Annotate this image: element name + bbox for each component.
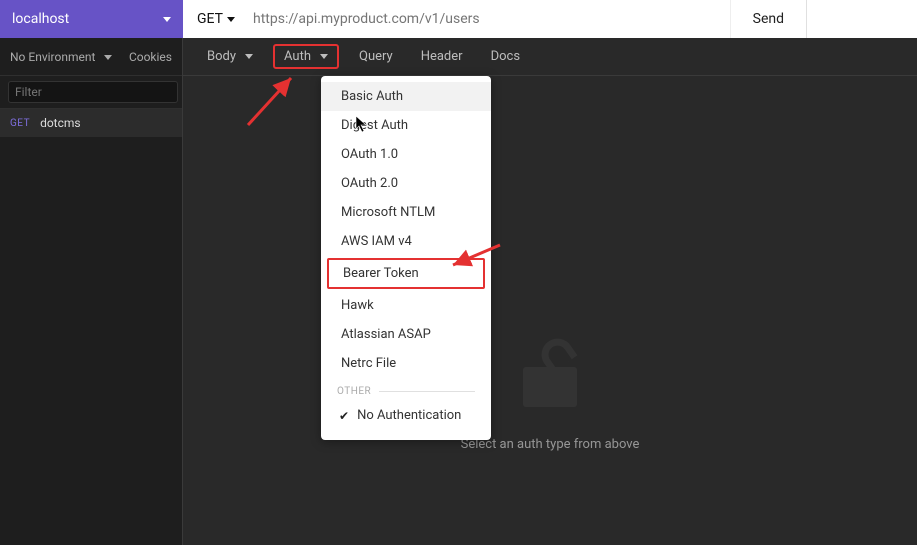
auth-option-aws[interactable]: AWS IAM v4 [321,227,491,256]
auth-option-label: No Authentication [357,408,461,423]
cookies-button[interactable]: Cookies [129,50,172,64]
request-tabs: Body Auth Query Header Docs [183,38,917,76]
send-button[interactable]: Send [730,0,806,38]
auth-menu-divider: OTHER [321,378,491,401]
auth-option-digest[interactable]: Digest Auth [321,111,491,140]
auth-option-label: Basic Auth [341,89,403,104]
unlock-icon [523,339,577,407]
auth-option-ntlm[interactable]: Microsoft NTLM [321,198,491,227]
auth-option-label: Bearer Token [343,266,419,281]
auth-option-label: Digest Auth [341,118,408,133]
tab-auth-label: Auth [284,49,311,64]
tab-docs[interactable]: Docs [483,45,528,68]
filter-input[interactable] [8,81,178,103]
http-method-select[interactable]: GET [183,0,249,38]
main-area: Body Auth Query Header Docs Select an au… [183,38,917,545]
request-name: dotcms [40,116,81,130]
auth-type-menu: Basic Auth Digest Auth OAuth 1.0 OAuth 2… [321,76,491,440]
tab-body[interactable]: Body [199,45,261,68]
auth-option-bearer[interactable]: Bearer Token [327,258,485,289]
sidebar-request-item[interactable]: GET dotcms [0,109,182,137]
request-method-badge: GET [10,118,30,129]
auth-option-label: Microsoft NTLM [341,205,435,220]
tab-query-label: Query [359,49,393,64]
tab-auth[interactable]: Auth [273,44,339,69]
auth-option-asap[interactable]: Atlassian ASAP [321,320,491,349]
tab-body-label: Body [207,49,236,64]
auth-option-label: Hawk [341,298,374,313]
tab-docs-label: Docs [491,49,520,64]
auth-option-oauth1[interactable]: OAuth 1.0 [321,140,491,169]
auth-option-basic[interactable]: Basic Auth [321,82,491,111]
cookies-label: Cookies [129,50,172,64]
auth-other-label: OTHER [337,386,371,397]
send-label: Send [753,11,784,27]
auth-option-none[interactable]: ✔ No Authentication [321,401,491,430]
auth-option-label: AWS IAM v4 [341,234,412,249]
environment-row: No Environment Cookies [0,38,182,76]
auth-option-label: OAuth 2.0 [341,176,398,191]
tab-header-label: Header [421,49,463,64]
check-icon: ✔ [339,409,349,423]
divider [379,391,475,392]
tab-header[interactable]: Header [413,45,471,68]
auth-option-hawk[interactable]: Hawk [321,291,491,320]
tab-query[interactable]: Query [351,45,401,68]
response-pane-placeholder [807,0,917,38]
chevron-down-icon [241,49,253,64]
request-bar: GET Send [183,0,917,38]
auth-option-label: Netrc File [341,356,396,371]
chevron-down-icon [159,11,171,27]
environment-select[interactable]: No Environment [10,50,112,64]
chevron-down-icon [316,49,328,64]
auth-option-netrc[interactable]: Netrc File [321,349,491,378]
auth-option-label: OAuth 1.0 [341,147,398,162]
workspace-name: localhost [12,11,69,27]
workspace-selector[interactable]: localhost [0,0,183,38]
request-url-input[interactable] [249,0,730,38]
auth-option-oauth2[interactable]: OAuth 2.0 [321,169,491,198]
auth-empty-state: Select an auth type from above [183,76,917,545]
chevron-down-icon [100,50,112,64]
auth-option-label: Atlassian ASAP [341,327,431,342]
sidebar: No Environment Cookies ⊕ GET dotcms [0,38,183,545]
chevron-down-icon [223,11,235,27]
http-method-label: GET [197,11,223,27]
filter-row: ⊕ [0,76,182,109]
environment-label: No Environment [10,50,95,64]
